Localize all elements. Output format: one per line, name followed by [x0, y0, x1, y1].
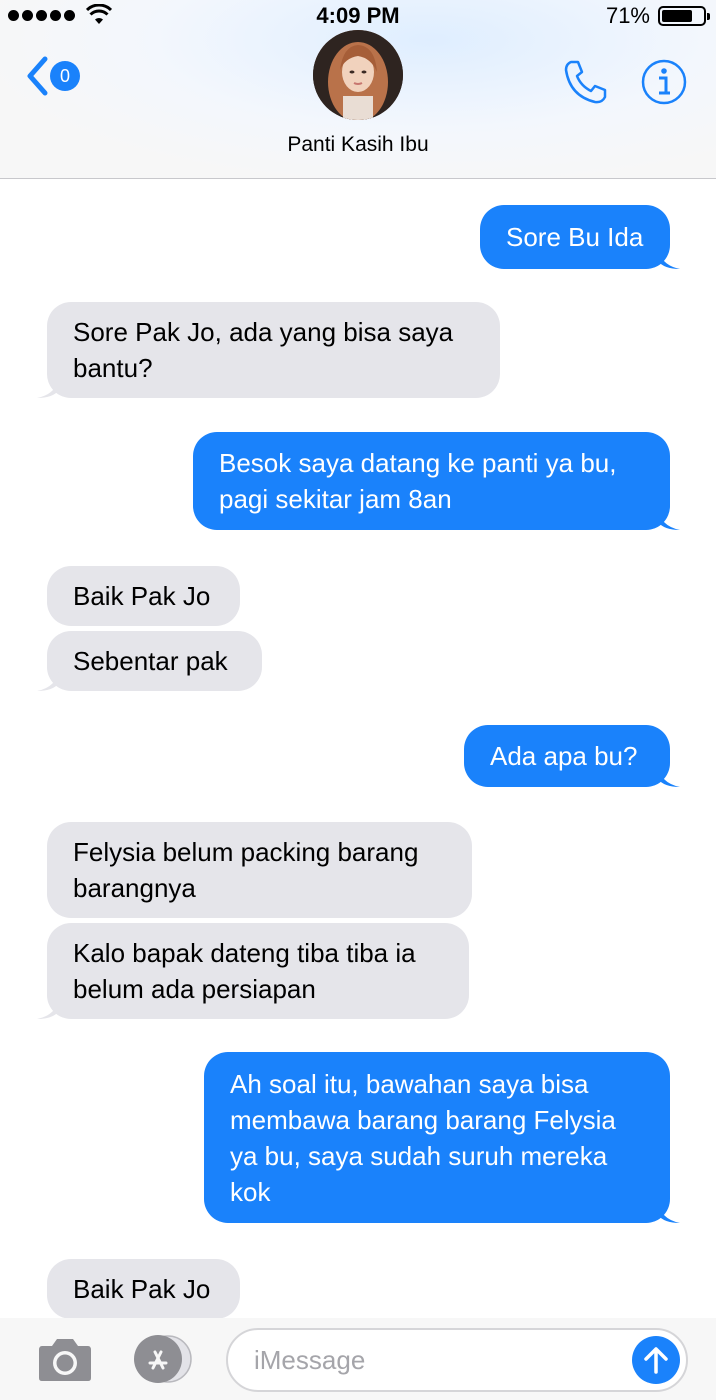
- back-button[interactable]: 0: [26, 56, 80, 96]
- message-bubble-outgoing[interactable]: Besok saya datang ke panti ya bu, pagi s…: [193, 432, 680, 530]
- avatar-photo: [313, 30, 403, 120]
- chevron-left-icon: [27, 56, 48, 96]
- imessage-input[interactable]: [226, 1328, 688, 1392]
- contact-avatar[interactable]: [313, 30, 403, 120]
- bubble-tail: [658, 765, 680, 787]
- message-text: Kalo bapak dateng tiba tiba ia belum ada…: [73, 938, 416, 1004]
- message-bubble-incoming[interactable]: Sore Pak Jo, ada yang bisa saya bantu?: [47, 302, 500, 398]
- message-bubble-incoming[interactable]: Sebentar pak: [47, 631, 262, 691]
- bubble-tail: [658, 1201, 680, 1223]
- message-text: Ada apa bu?: [490, 741, 638, 771]
- message-text: Sore Bu Ida: [506, 222, 644, 252]
- message-text: Ah soal itu, bawahan saya bisa membawa b…: [230, 1068, 616, 1207]
- status-bar: 4:09 PM 71%: [0, 0, 716, 32]
- bubble-tail: [658, 247, 680, 269]
- bubble-tail: [37, 669, 59, 691]
- message-bubble-outgoing[interactable]: Ah soal itu, bawahan saya bisa membawa b…: [204, 1052, 680, 1223]
- bubble-tail: [37, 997, 59, 1019]
- camera-icon[interactable]: [38, 1336, 92, 1382]
- message-bubble-outgoing[interactable]: Ada apa bu?: [464, 725, 680, 787]
- message-text: Sebentar pak: [73, 646, 228, 676]
- message-composer: [0, 1318, 716, 1400]
- app-store-icon[interactable]: [128, 1334, 196, 1384]
- bubble-tail: [37, 376, 59, 398]
- message-text: Sore Pak Jo, ada yang bisa saya bantu?: [73, 317, 454, 383]
- message-bubble-incoming[interactable]: Kalo bapak dateng tiba tiba ia belum ada…: [47, 923, 469, 1019]
- contact-name[interactable]: Panti Kasih Ibu: [0, 133, 716, 157]
- message-text: Baik Pak Jo: [73, 581, 211, 611]
- conversation-header: 4:09 PM 71% 0 Panti Kasih Ibu: [0, 0, 716, 179]
- message-bubble-incoming[interactable]: Baik Pak Jo: [47, 566, 240, 626]
- message-text: Felysia belum packing barang barangnya: [73, 837, 419, 903]
- message-bubble-outgoing[interactable]: Sore Bu Ida: [480, 205, 680, 269]
- message-text: Baik Pak Jo: [73, 1274, 211, 1304]
- message-bubble-incoming[interactable]: Baik Pak Jo: [47, 1259, 240, 1319]
- battery-percentage: 71%: [605, 3, 650, 28]
- send-button[interactable]: [632, 1336, 680, 1384]
- unread-count-badge: 0: [50, 61, 80, 91]
- message-text: Besok saya datang ke panti ya bu, pagi s…: [219, 448, 617, 514]
- arrow-up-icon: [644, 1347, 668, 1374]
- info-icon[interactable]: [640, 58, 688, 106]
- phone-icon[interactable]: [562, 58, 610, 106]
- message-bubble-incoming[interactable]: Felysia belum packing barang barangnya: [47, 822, 472, 918]
- battery-icon: [658, 6, 710, 26]
- bubble-tail: [658, 508, 680, 530]
